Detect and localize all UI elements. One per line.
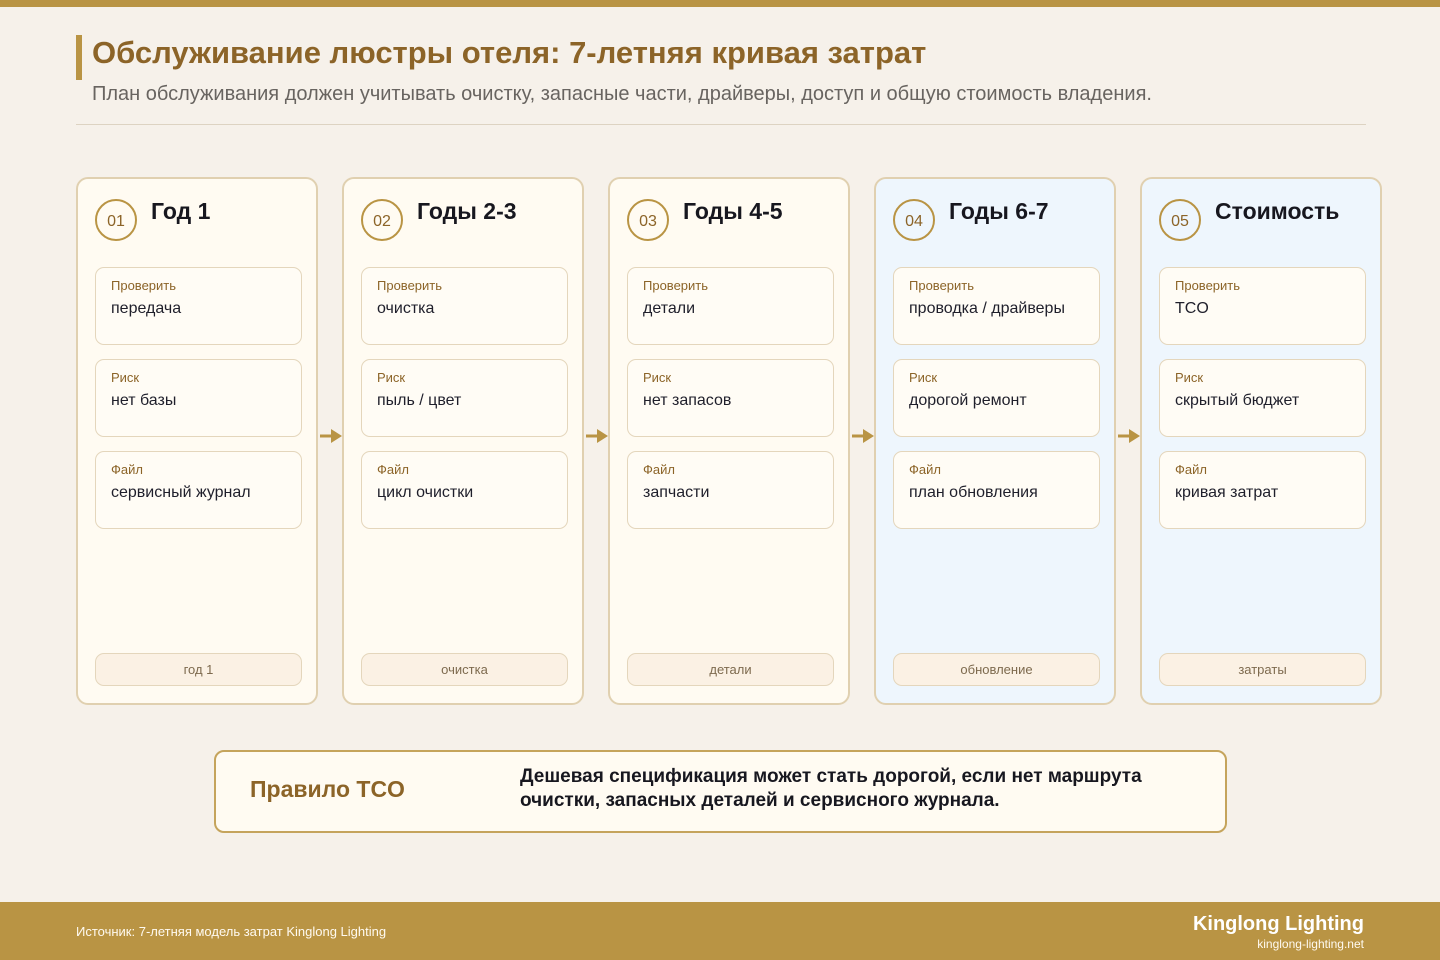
stage-card-years-6-7: 04 Годы 6-7 Проверить проводка / драйвер… [874, 177, 1116, 705]
field-label: Риск [909, 370, 938, 385]
field-label: Файл [643, 462, 675, 477]
field-label: Проверить [1175, 278, 1241, 293]
footer: Источник: 7-летняя модель затрат Kinglon… [0, 902, 1440, 960]
stage-field-file: Файл план обновления [893, 451, 1100, 529]
arrow-right-icon [852, 429, 874, 443]
field-value: нет базы [111, 392, 177, 409]
field-value: очистка [377, 300, 435, 317]
field-value: нет запасов [643, 392, 732, 409]
stage-field-risk: Риск нет базы [95, 359, 302, 437]
stage-number-badge: 02 [361, 199, 403, 241]
field-label: Проверить [643, 278, 709, 293]
stage-tag: детали [627, 653, 834, 686]
stage-field-risk: Риск дорогой ремонт [893, 359, 1100, 437]
stage-field-risk: Риск скрытый бюджет [1159, 359, 1366, 437]
field-label: Риск [643, 370, 672, 385]
stage-card-year-1: 01 Год 1 Проверить передача Риск нет баз… [76, 177, 318, 705]
stage-tag: очистка [361, 653, 568, 686]
field-value: передача [111, 300, 182, 317]
title-accent-bar [76, 35, 82, 80]
field-value: дорогой ремонт [909, 392, 1027, 409]
field-label: Файл [111, 462, 143, 477]
field-label: Проверить [909, 278, 975, 293]
stage-tag: обновление [893, 653, 1100, 686]
field-value: TCO [1175, 300, 1209, 317]
field-value: сервисный журнал [111, 484, 251, 501]
field-label: Файл [1175, 462, 1207, 477]
footer-source: Источник: 7-летняя модель затрат Kinglon… [76, 924, 387, 939]
page-subtitle: План обслуживания должен учитывать очист… [92, 83, 1152, 105]
field-value: кривая затрат [1175, 484, 1279, 501]
field-label: Проверить [377, 278, 443, 293]
stage-field-check: Проверить передача [95, 267, 302, 345]
rule-text: Дешевая спецификация может стать дорогой… [520, 766, 1142, 811]
stage-field-risk: Риск нет запасов [627, 359, 834, 437]
stage-card-years-4-5: 03 Годы 4-5 Проверить детали Риск нет за… [608, 177, 850, 705]
stage-field-file: Файл кривая затрат [1159, 451, 1366, 529]
stage-card-years-2-3: 02 Годы 2-3 Проверить очистка Риск пыль … [342, 177, 584, 705]
field-value: план обновления [909, 484, 1038, 501]
stage-field-risk: Риск пыль / цвет [361, 359, 568, 437]
field-label: Файл [377, 462, 409, 477]
stage-field-file: Файл сервисный журнал [95, 451, 302, 529]
field-label: Риск [111, 370, 140, 385]
arrow-right-icon [586, 429, 608, 443]
stage-number-badge: 04 [893, 199, 935, 241]
field-label: Риск [1175, 370, 1204, 385]
arrow-right-icon [320, 429, 342, 443]
field-value: детали [643, 300, 696, 317]
stage-field-file: Файл запчасти [627, 451, 834, 529]
stage-title: Годы 4-5 [683, 198, 783, 224]
header-divider [76, 124, 1366, 125]
field-label: Риск [377, 370, 406, 385]
stage-title: Год 1 [151, 198, 211, 224]
field-value: проводка / драйверы [909, 300, 1065, 317]
field-label: Файл [909, 462, 941, 477]
footer-brand: Kinglong Lighting [1192, 913, 1364, 935]
stage-tag: затраты [1159, 653, 1366, 686]
tco-rule-callout: Правило TCO Дешевая спецификация может с… [214, 750, 1227, 833]
stage-field-check: Проверить детали [627, 267, 834, 345]
footer-site-link[interactable]: kinglong-lighting.net [1257, 937, 1364, 951]
field-label: Проверить [111, 278, 177, 293]
top-accent-bar [0, 0, 1440, 7]
stage-field-check: Проверить проводка / драйверы [893, 267, 1100, 345]
rule-label: Правило TCO [250, 776, 405, 802]
stage-number-badge: 05 [1159, 199, 1201, 241]
stage-title: Годы 2-3 [417, 198, 517, 224]
stage-number-badge: 01 [95, 199, 137, 241]
stage-number-badge: 03 [627, 199, 669, 241]
page-title: Обслуживание люстры отеля: 7-летняя крив… [92, 35, 927, 70]
stage-card-cost: 05 Стоимость Проверить TCO Риск скрытый … [1140, 177, 1382, 705]
stage-title: Стоимость [1215, 198, 1340, 224]
stage-field-check: Проверить очистка [361, 267, 568, 345]
field-value: запчасти [643, 484, 710, 501]
arrow-right-icon [1118, 429, 1140, 443]
stage-tag: год 1 [95, 653, 302, 686]
field-value: цикл очистки [377, 484, 474, 501]
field-value: пыль / цвет [377, 392, 462, 409]
field-value: скрытый бюджет [1175, 392, 1300, 409]
stage-field-file: Файл цикл очистки [361, 451, 568, 529]
stage-title: Годы 6-7 [949, 198, 1049, 224]
stage-field-check: Проверить TCO [1159, 267, 1366, 345]
